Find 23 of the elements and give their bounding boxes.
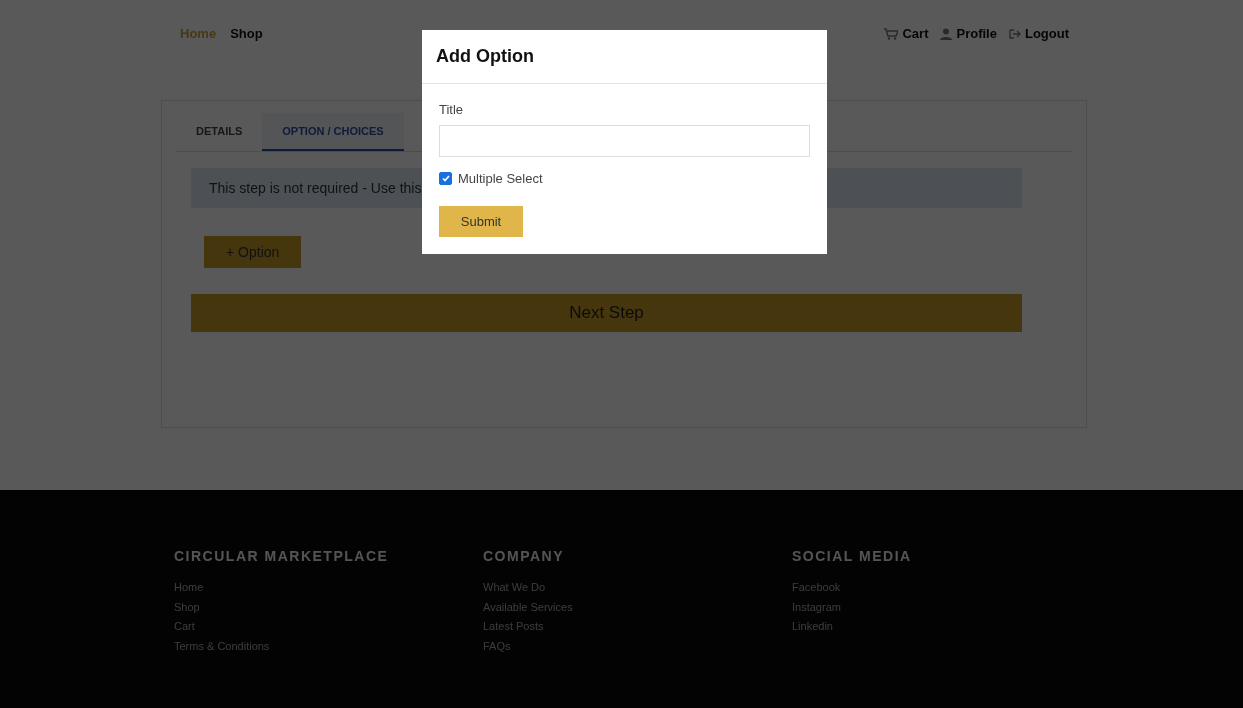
field-label: Title [439,102,465,117]
next-step-button[interactable]: Next Step [191,294,1022,332]
footer-heading: COMPANY [483,548,566,564]
nav-action-label: Logout [1024,26,1069,41]
footer-heading: SOCIAL MEDIA [792,548,913,564]
nav-link[interactable]: Home [180,26,217,41]
modal-title: Add Option [422,30,827,84]
title-input-field[interactable] [439,125,810,157]
nav-link[interactable]: Shop [230,26,263,41]
cart-icon [884,27,899,40]
footer-heading: CIRCULAR MARKETPLACE [174,548,390,564]
tab[interactable]: DETAILS [176,113,263,151]
nav-action-label: Profile [956,26,997,41]
user-icon [940,27,953,40]
nav-action-label: Cart [902,26,929,41]
nav-action-link[interactable]: Logout [1008,26,1069,41]
nav-action-link[interactable]: Profile [940,26,997,41]
tab[interactable]: OPTION / CHOICES [262,113,404,151]
submit-button[interactable]: Submit [439,206,523,237]
logout-icon [1008,28,1021,39]
nav-action-link[interactable]: Cart [884,26,929,41]
checkbox-label: Multiple Select [458,171,543,186]
checkbox[interactable] [439,172,452,185]
